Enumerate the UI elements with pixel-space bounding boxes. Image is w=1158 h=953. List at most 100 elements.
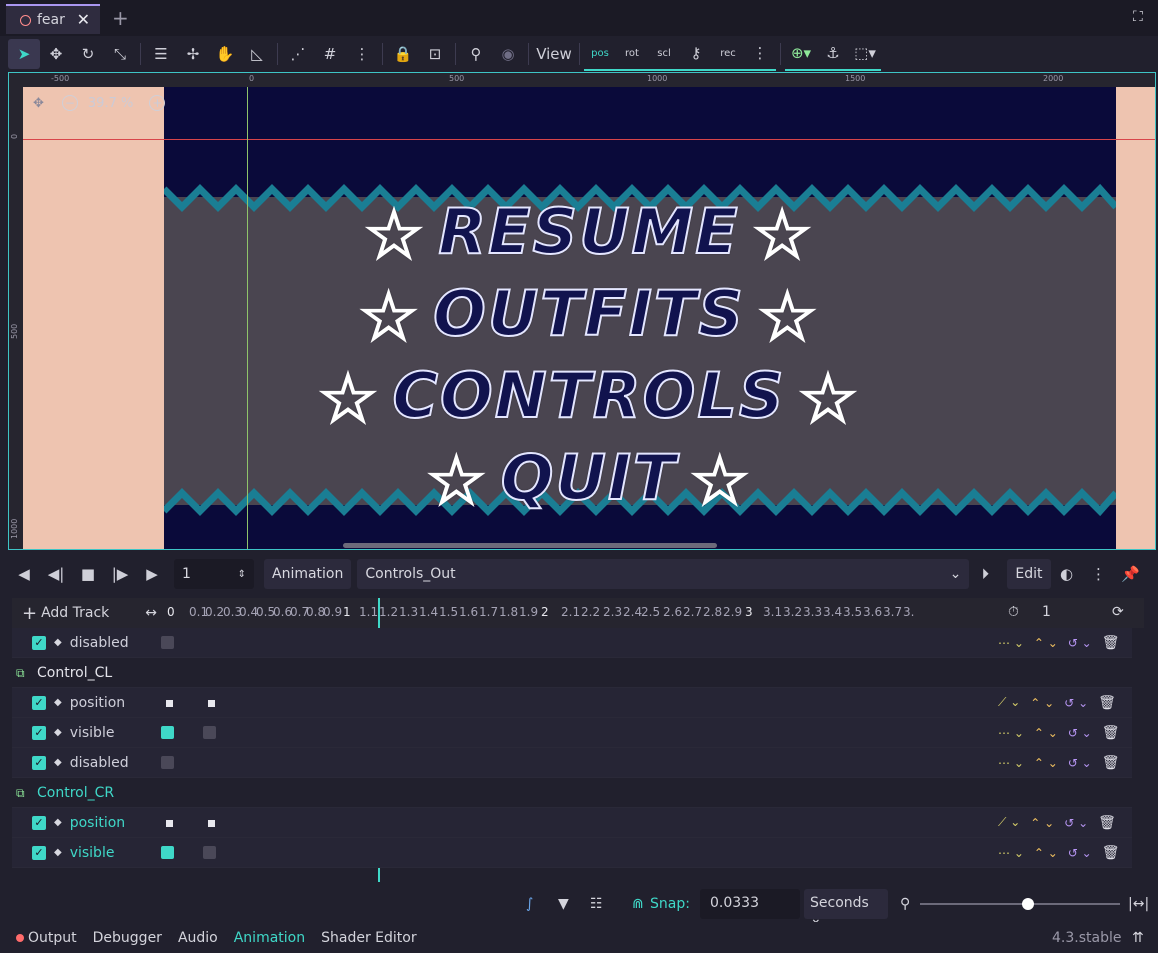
delete-icon[interactable]: 🗑 [1102, 755, 1120, 771]
track-row[interactable]: ✓ ◆ position ⟋ ⌄ ⌃ ⌄ ↺ ⌄ 🗑 [12, 808, 1132, 838]
animation-select[interactable]: Controls_Out ⌄ [357, 559, 970, 589]
canvas-viewport[interactable]: -500 0 500 1000 1500 2000 0 500 1000 ☆ RE… [8, 72, 1156, 550]
interpolation-icon[interactable]: ⌃ ⌄ [1034, 726, 1058, 740]
edit-menu[interactable]: Edit [1007, 559, 1051, 589]
fit-width-icon[interactable]: ↔ [145, 605, 157, 621]
delete-icon[interactable]: 🗑 [1102, 635, 1120, 651]
keyframe[interactable] [166, 820, 173, 827]
snap-value-input[interactable]: 0.0333 [700, 889, 800, 919]
keyframe[interactable] [161, 756, 174, 769]
track-enable-checkbox[interactable]: ✓ [32, 725, 46, 740]
delete-icon[interactable]: 🗑 [1102, 725, 1120, 741]
pin-icon[interactable]: 📌 [1115, 559, 1147, 589]
pan-tool-icon[interactable]: ✋ [209, 39, 241, 69]
track-enable-checkbox[interactable]: ✓ [32, 695, 46, 710]
track-enable-checkbox[interactable]: ✓ [32, 635, 46, 650]
delete-icon[interactable]: 🗑 [1102, 845, 1120, 861]
update-mode-icon[interactable]: ⋯ ⌄ [998, 756, 1024, 770]
fullscreen-icon[interactable]: ⛶ [1133, 9, 1143, 25]
interpolation-icon[interactable]: ⌃ ⌄ [1034, 636, 1058, 650]
add-node-icon[interactable]: ⊕▾ [785, 38, 817, 68]
select-tool-icon[interactable]: ➤ [8, 39, 40, 69]
loop-wrap-icon[interactable]: ↺ ⌄ [1064, 696, 1088, 710]
zoom-in-button[interactable]: + [149, 95, 166, 111]
keyframe[interactable] [203, 846, 216, 859]
more-icon[interactable]: ⋮ [1083, 559, 1115, 589]
loop-wrap-icon[interactable]: ↺ ⌄ [1068, 756, 1092, 770]
keyframe[interactable] [161, 726, 174, 739]
keyframe[interactable] [161, 636, 174, 649]
update-mode-icon[interactable]: ⋯ ⌄ [998, 726, 1024, 740]
loop-wrap-icon[interactable]: ↺ ⌄ [1068, 726, 1092, 740]
loop-wrap-icon[interactable]: ↺ ⌄ [1068, 636, 1092, 650]
play-icon[interactable]: ▶ [136, 559, 168, 589]
timeline-zoom-slider[interactable] [920, 903, 1120, 905]
panel-tab-animation[interactable]: Animation [234, 930, 305, 946]
track-row[interactable]: ✓ ◆ visible ⋯ ⌄ ⌃ ⌄ ↺ ⌄ 🗑 [12, 838, 1132, 868]
interpolation-icon[interactable]: ⌃ ⌄ [1030, 816, 1054, 830]
add-track-button[interactable]: Add Track [41, 605, 109, 621]
smart-snap-icon[interactable]: ⋰ [282, 39, 314, 69]
more-icon[interactable]: ⋮ [346, 39, 378, 69]
stop-icon[interactable]: ■ [72, 559, 104, 589]
track-row[interactable]: ✓ ◆ visible ⋯ ⌄ ⌃ ⌄ ↺ ⌄ 🗑 [12, 718, 1132, 748]
panel-tab-debugger[interactable]: Debugger [93, 930, 162, 946]
track-row[interactable]: ✓ ◆ disabled ⋯ ⌄ ⌃ ⌄ ↺ ⌄ 🗑 [12, 628, 1132, 658]
track-row[interactable]: ✓ ◆ position ⟋ ⌄ ⌃ ⌄ ↺ ⌄ 🗑 [12, 688, 1132, 718]
interpolation-icon[interactable]: ⌃ ⌄ [1030, 696, 1054, 710]
keyframe[interactable] [166, 700, 173, 707]
track-list-icon[interactable]: ☷ [590, 896, 603, 912]
spin-icon[interactable]: ⇕ [238, 569, 246, 580]
fit-icon[interactable]: |↔| [1128, 896, 1149, 912]
snap-unit-select[interactable]: Seconds ⌄ [804, 889, 888, 927]
play-backwards-icon[interactable]: ◀ [8, 559, 40, 589]
play-start-icon[interactable]: |▶ [104, 559, 136, 589]
h-scrollbar[interactable] [343, 543, 717, 548]
track-enable-checkbox[interactable]: ✓ [32, 845, 46, 860]
filter-icon[interactable]: ▼ [558, 896, 569, 912]
keyframe[interactable] [208, 820, 215, 827]
rotate-tool-icon[interactable]: ↻ [72, 39, 104, 69]
group-icon[interactable]: ⊡ [419, 39, 451, 69]
autoplay-icon[interactable]: ⏵ [969, 559, 1001, 589]
close-icon[interactable]: ✕ [77, 10, 90, 29]
track-enable-checkbox[interactable]: ✓ [32, 815, 46, 830]
bezier-icon[interactable]: ∫ [526, 896, 533, 912]
key-rotation-icon[interactable]: rot [616, 38, 648, 68]
key-position-icon[interactable]: pos [584, 38, 616, 68]
layout-icon[interactable]: ⬚▾ [849, 38, 881, 68]
track-row[interactable]: ✓ ◆ disabled ⋯ ⌄ ⌃ ⌄ ↺ ⌄ 🗑 [12, 748, 1132, 778]
expand-panel-icon[interactable]: ⇈ [1132, 930, 1144, 946]
panel-tab-output[interactable]: Output [16, 930, 77, 946]
delete-icon[interactable]: 🗑 [1098, 695, 1116, 711]
delete-icon[interactable]: 🗑 [1098, 815, 1116, 831]
view-menu[interactable]: View [533, 39, 575, 69]
key-icon[interactable]: ⚷ [680, 38, 712, 68]
center-view-icon[interactable]: ✥ [33, 96, 44, 111]
update-mode-icon[interactable]: ⋯ ⌄ [998, 636, 1024, 650]
update-mode-icon[interactable]: ⟋ ⌄ [998, 695, 1020, 710]
panel-tab-shader-editor[interactable]: Shader Editor [321, 930, 416, 946]
onion-skin-icon[interactable]: ◐ [1051, 559, 1083, 589]
loop-wrap-icon[interactable]: ↺ ⌄ [1064, 816, 1088, 830]
loop-icon[interactable]: ⟳ [1112, 604, 1124, 620]
zoom-level[interactable]: 39.7 % [88, 96, 133, 111]
track-enable-checkbox[interactable]: ✓ [32, 755, 46, 770]
list-select-icon[interactable]: ☰ [145, 39, 177, 69]
update-mode-icon[interactable]: ⟋ ⌄ [998, 815, 1020, 830]
scale-tool-icon[interactable]: ⤡ [104, 39, 136, 69]
slider-handle[interactable] [1022, 898, 1034, 910]
grid-snap-icon[interactable]: # [314, 39, 346, 69]
track-group[interactable]: ⧉ Control_CL [12, 658, 1132, 688]
interpolation-icon[interactable]: ⌃ ⌄ [1034, 756, 1058, 770]
snap-icon[interactable]: ⋒ [632, 896, 644, 912]
track-group[interactable]: ⧉ Control_CR [12, 778, 1132, 808]
insert-key-icon[interactable]: rec [712, 38, 744, 68]
scene-tab-fear[interactable]: fear ✕ [6, 4, 100, 34]
add-icon[interactable]: + [22, 603, 37, 624]
loop-wrap-icon[interactable]: ↺ ⌄ [1068, 846, 1092, 860]
key-scale-icon[interactable]: scl [648, 38, 680, 68]
interpolation-icon[interactable]: ⌃ ⌄ [1034, 846, 1058, 860]
anchor-icon[interactable]: ⚓ [817, 38, 849, 68]
camera-icon[interactable]: ◉ [492, 39, 524, 69]
